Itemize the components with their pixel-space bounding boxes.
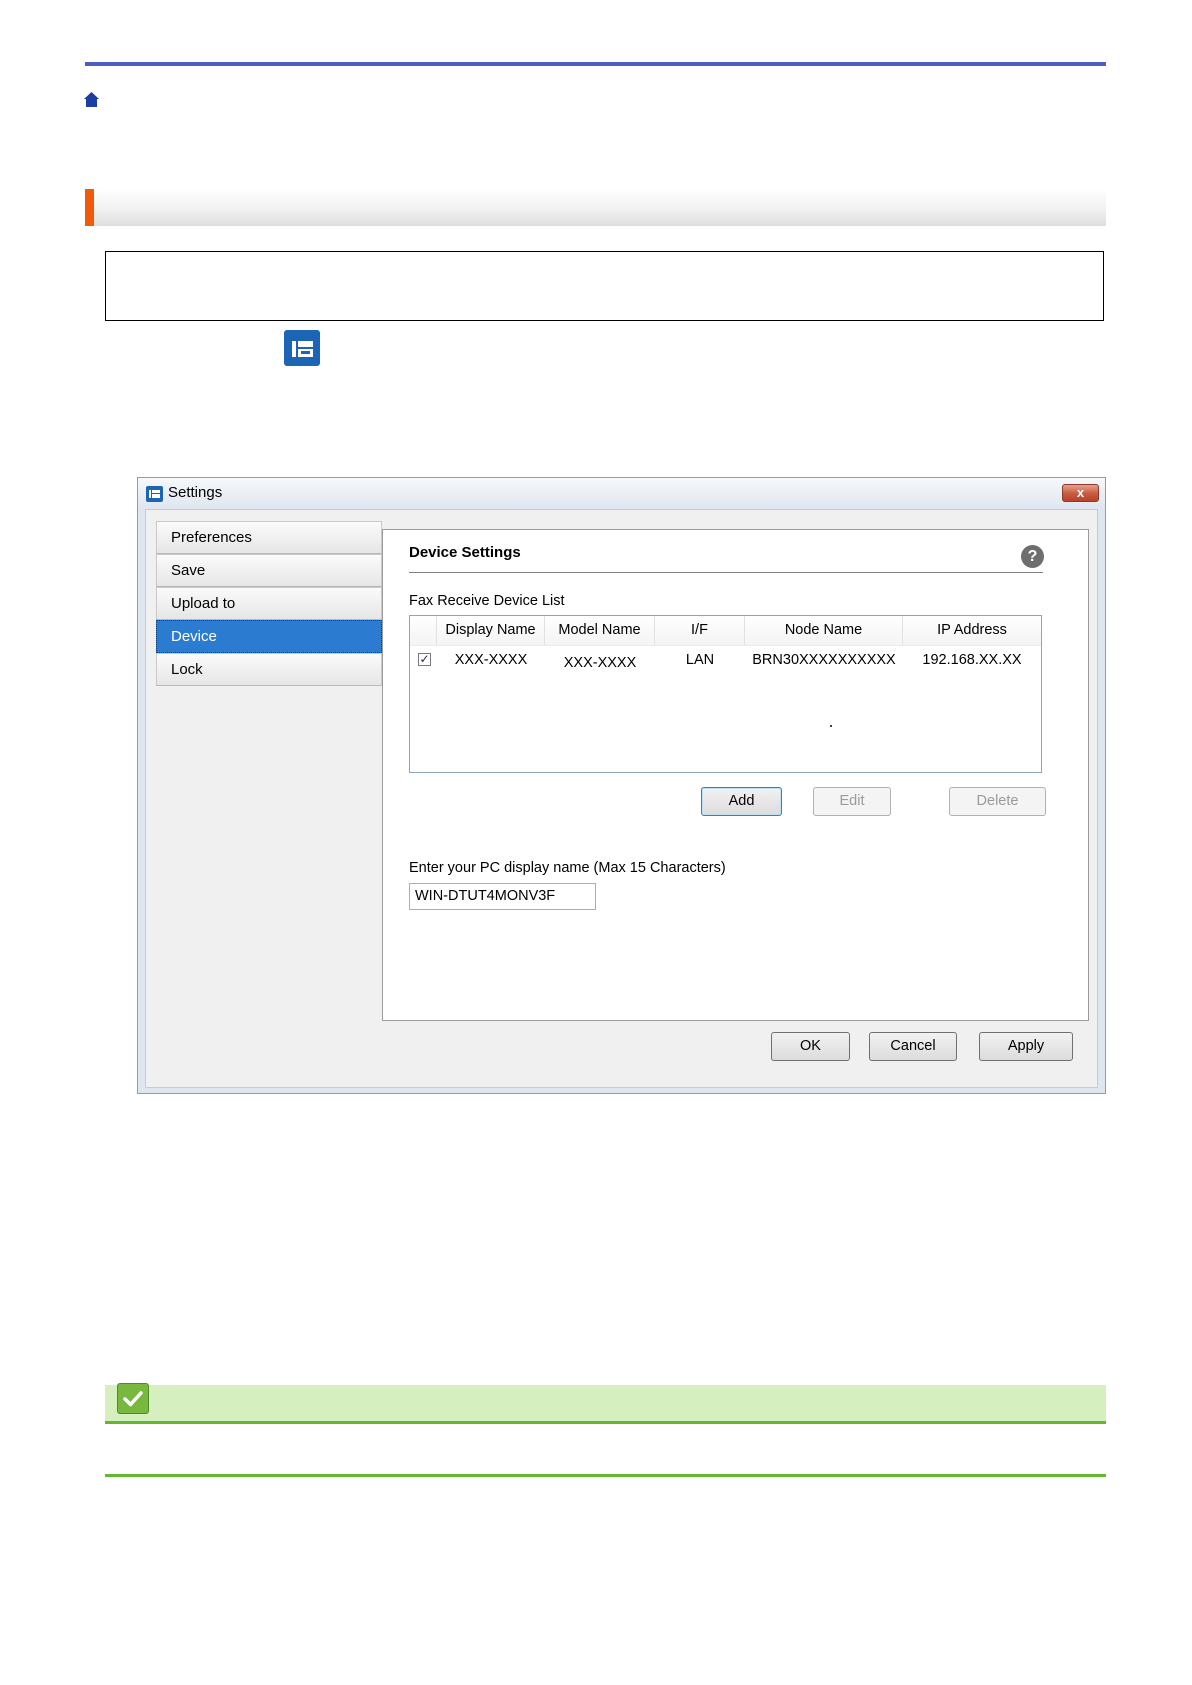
- column-header-interface[interactable]: I/F: [655, 616, 745, 645]
- cell-display-name: XXX-XXXX: [454, 652, 528, 668]
- pc-name-input[interactable]: WIN-DTUT4MONV3F: [409, 883, 596, 910]
- column-header-check: [410, 616, 437, 645]
- help-glyph: ?: [1027, 548, 1038, 565]
- sidebar-item-lock[interactable]: Lock: [156, 653, 382, 686]
- section-heading-bar: [85, 189, 1106, 226]
- sidebar-item-label: Save: [171, 562, 206, 579]
- panel-title-divider: [409, 572, 1043, 573]
- window-client-area: Preferences Save Upload to Device Lock D…: [145, 509, 1098, 1088]
- tip-divider-bottom: [105, 1474, 1106, 1477]
- sidebar-item-preferences[interactable]: Preferences: [156, 521, 382, 554]
- close-icon: x: [1076, 485, 1085, 500]
- tip-bar: [105, 1385, 1106, 1421]
- cancel-button[interactable]: Cancel: [869, 1032, 957, 1061]
- cell-node-name: BRN30XXXXXXXXXX: [752, 652, 896, 668]
- sidebar-item-label: Device: [171, 628, 217, 645]
- cell-interface: LAN: [685, 652, 715, 668]
- help-icon[interactable]: ?: [1021, 545, 1044, 568]
- sidebar-item-label: Lock: [171, 661, 203, 678]
- sidebar-item-label: Preferences: [171, 529, 252, 546]
- sidebar-item-upload-to[interactable]: Upload to: [156, 587, 382, 620]
- top-rule: [85, 62, 1106, 66]
- header-divider: [410, 645, 1041, 646]
- printer-icon: [292, 341, 313, 357]
- pc-name-label: Enter your PC display name (Max 15 Chara…: [409, 860, 726, 876]
- column-header-model-name[interactable]: Model Name: [545, 616, 655, 645]
- brother-app-icon: [284, 330, 320, 366]
- sidebar-item-label: Upload to: [171, 595, 236, 612]
- home-icon[interactable]: [83, 91, 100, 108]
- settings-window: Settings x Preferences Save Upload to De…: [137, 477, 1106, 1094]
- window-app-icon: [146, 486, 163, 502]
- device-list-label: Fax Receive Device List: [409, 593, 565, 609]
- window-title: Settings: [168, 484, 223, 501]
- device-list-table[interactable]: Display Name Model Name I/F Node Name IP…: [409, 615, 1042, 773]
- sidebar-item-save[interactable]: Save: [156, 554, 382, 587]
- cell-model-name: XXX-XXXX: [563, 655, 637, 671]
- apply-button[interactable]: Apply: [979, 1032, 1073, 1061]
- device-settings-panel: Device Settings ? Fax Receive Device Lis…: [382, 529, 1089, 1021]
- checkmark-icon: [117, 1383, 149, 1414]
- edit-button[interactable]: Edit: [813, 787, 891, 816]
- row-checkbox[interactable]: ✓: [418, 653, 431, 666]
- column-header-node-name[interactable]: Node Name: [745, 616, 903, 645]
- tip-divider-top: [105, 1421, 1106, 1424]
- window-close-button[interactable]: x: [1062, 484, 1099, 502]
- cell-ip-address: 192.168.XX.XX: [922, 652, 1022, 668]
- table-dot: [830, 725, 832, 727]
- note-box: [105, 251, 1104, 321]
- section-heading-accent: [85, 189, 94, 226]
- column-header-display-name[interactable]: Display Name: [437, 616, 545, 645]
- ok-button[interactable]: OK: [771, 1032, 850, 1061]
- window-titlebar: Settings x: [138, 478, 1105, 509]
- delete-button[interactable]: Delete: [949, 787, 1046, 816]
- panel-title: Device Settings: [409, 544, 521, 561]
- add-button[interactable]: Add: [701, 787, 782, 816]
- column-header-ip-address[interactable]: IP Address: [903, 616, 1041, 645]
- sidebar-item-device[interactable]: Device: [156, 620, 382, 653]
